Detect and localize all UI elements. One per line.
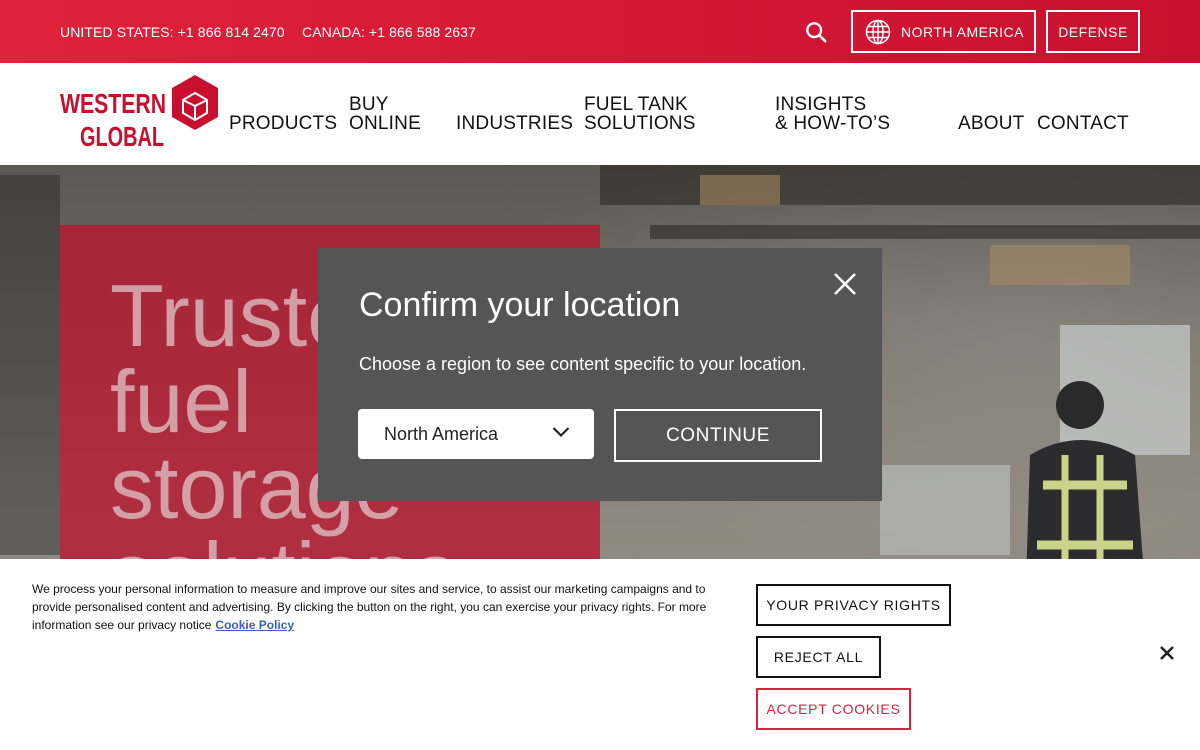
modal-title: Confirm your location [359,286,681,324]
background-shelf [650,225,1200,239]
nav-about[interactable]: ABOUT [958,114,1024,133]
nav-insights-line1: INSIGHTS [775,94,867,115]
accept-cookies-button[interactable]: ACCEPT COOKIES [756,688,911,730]
region-select[interactable]: North America [358,409,594,459]
nav-buy-online[interactable]: BUY ONLINE [349,95,421,133]
background-machine [880,465,1010,555]
nav-fuel-tank-solutions[interactable]: FUEL TANK SOLUTIONS [584,95,696,133]
background-box [700,175,780,205]
background-shelf [0,175,60,555]
modal-description: Choose a region to see content specific … [359,354,807,374]
defense-button[interactable]: DEFENSE [1046,10,1140,53]
western-global-logo[interactable]: WESTERN GLOBAL [60,75,220,151]
nav-contact[interactable]: CONTACT [1037,114,1129,133]
nav-fuel-tank-line2: SOLUTIONS [584,113,696,134]
location-modal: Confirm your location Choose a region to… [318,248,882,501]
chevron-down-icon [552,427,570,438]
cookie-message: We process your personal information to … [32,582,707,632]
continue-button[interactable]: CONTINUE [614,409,822,462]
cookie-text: We process your personal information to … [32,580,722,634]
region-label: NORTH AMERICA [901,23,1024,40]
search-icon[interactable] [805,21,827,43]
reject-all-button[interactable]: REJECT ALL [756,636,881,678]
nav-buy-online-line2: ONLINE [349,113,421,134]
region-select-value: North America [384,423,499,444]
logo-text-line1: WESTERN [60,88,166,119]
cube-icon [172,75,218,130]
background-shelf [600,165,1200,205]
cookie-banner: We process your personal information to … [0,559,1200,750]
nav-buy-online-line1: BUY [349,94,389,115]
top-utility-bar: UNITED STATES: +1 866 814 2470 CANADA: +… [0,0,1200,63]
close-icon[interactable] [1160,646,1174,660]
phone-us[interactable]: UNITED STATES: +1 866 814 2470 [60,24,285,40]
main-header: WESTERN GLOBAL PRODUCTS BUY ONLINE INDUS… [0,63,1200,165]
nav-insights[interactable]: INSIGHTS & HOW-TO’S [775,95,890,133]
close-icon[interactable] [833,272,857,296]
nav-industries[interactable]: INDUSTRIES [456,114,573,133]
background-box [990,245,1130,285]
region-selector-button[interactable]: NORTH AMERICA [851,10,1036,53]
privacy-rights-button[interactable]: YOUR PRIVACY RIGHTS [756,584,951,626]
nav-fuel-tank-line1: FUEL TANK [584,94,688,115]
logo-text-line2: GLOBAL [80,121,164,151]
cookie-policy-link[interactable]: Cookie Policy [215,618,294,632]
nav-insights-line2: & HOW-TO’S [775,113,891,134]
phone-canada[interactable]: CANADA: +1 866 588 2637 [302,24,476,40]
nav-products[interactable]: PRODUCTS [229,114,337,133]
globe-icon [865,19,891,44]
